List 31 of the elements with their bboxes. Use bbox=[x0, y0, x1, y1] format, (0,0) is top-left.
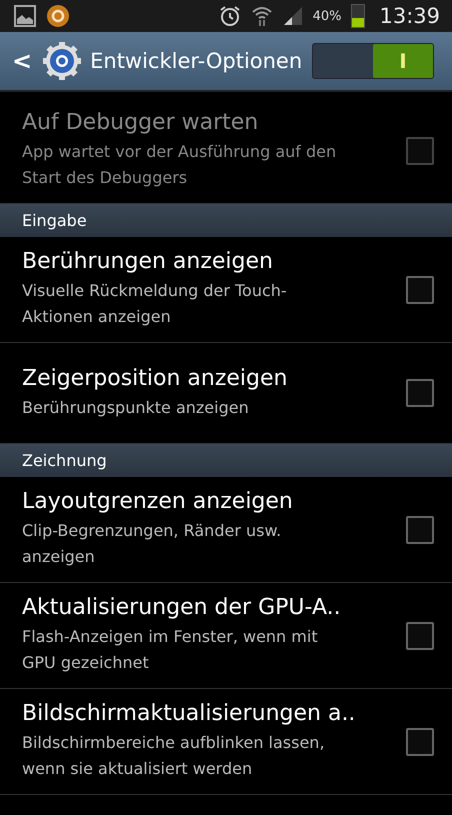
setting-title: Layoutgrenzen anzeigen bbox=[22, 489, 294, 514]
setting-title: Aktualisierungen der GPU-A.. bbox=[22, 595, 342, 620]
setting-title: Bildschirmaktualisierungen a.. bbox=[22, 701, 356, 726]
setting-title: Zeigerposition anzeigen bbox=[22, 366, 288, 390]
gallery-icon bbox=[14, 5, 36, 27]
checkbox[interactable] bbox=[406, 379, 434, 407]
wifi-icon bbox=[250, 5, 273, 27]
setting-summary: Flash-Anzeigen im Fenster, wenn mit GPU gezeichnet bbox=[22, 626, 319, 674]
setting-title: Auf Debugger warten bbox=[22, 110, 260, 135]
gear-icon bbox=[42, 41, 82, 81]
clock: 13:39 bbox=[379, 4, 440, 28]
checkbox[interactable] bbox=[406, 728, 434, 756]
battery-icon bbox=[351, 4, 366, 28]
screen-title: Entwickler-Optionen bbox=[90, 49, 304, 73]
checkbox[interactable] bbox=[406, 622, 434, 650]
section-header: Zeichnung bbox=[0, 444, 452, 477]
toggle-switch[interactable]: I bbox=[312, 43, 434, 79]
setting-summary: Visuelle Rückmeldung der Touch-Aktionen anzeigen bbox=[22, 280, 288, 328]
setting-summary: Bildschirmbereiche aufblinken lassen, wenn sie aktualisiert werden bbox=[22, 732, 326, 780]
section-header: Eingabe bbox=[0, 204, 452, 237]
signal-icon bbox=[282, 6, 303, 26]
app-icon bbox=[46, 4, 70, 28]
setting-summary: Clip-Begrenzungen, Ränder usw. anzeigen bbox=[22, 520, 282, 568]
checkbox[interactable] bbox=[406, 276, 434, 304]
checkbox[interactable] bbox=[406, 516, 434, 544]
alarm-icon bbox=[218, 5, 241, 27]
battery-percent: 40% bbox=[312, 8, 342, 24]
setting-title: Berührungen anzeigen bbox=[22, 249, 274, 274]
setting-summary: Berührungspunkte anzeigen bbox=[22, 396, 250, 418]
setting-summary: App wartet vor der Ausführung auf den Start des Debuggers bbox=[22, 141, 338, 189]
back-button[interactable]: < bbox=[10, 47, 34, 75]
